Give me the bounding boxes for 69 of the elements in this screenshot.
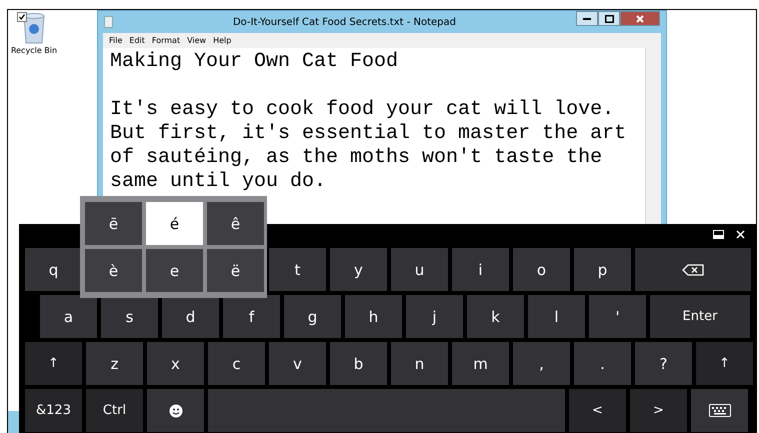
- maximize-button[interactable]: [598, 11, 620, 26]
- key[interactable]: p: [574, 248, 631, 291]
- maximize-icon: [604, 14, 614, 22]
- key[interactable]: u: [391, 248, 448, 291]
- key[interactable]: t: [269, 248, 326, 291]
- menu-item[interactable]: Edit: [129, 36, 145, 45]
- key[interactable]: k: [467, 295, 524, 338]
- key[interactable]: y: [330, 248, 387, 291]
- key[interactable]: c: [208, 342, 265, 385]
- text-line: same until you do.: [110, 170, 326, 194]
- accent-key[interactable]: è: [85, 249, 142, 292]
- accent-key[interactable]: ê: [207, 202, 264, 245]
- close-icon[interactable]: [736, 230, 745, 238]
- minimize-button[interactable]: [576, 11, 598, 26]
- menu-item[interactable]: File: [109, 36, 122, 45]
- key[interactable]: z: [86, 342, 143, 385]
- window-title: Do-It-Yourself Cat Food Secrets.txt - Notepad: [232, 16, 458, 28]
- key[interactable]: ?: [635, 342, 692, 385]
- smiley-icon: [168, 404, 182, 418]
- key[interactable]: l: [528, 295, 585, 338]
- key[interactable]: ': [589, 295, 646, 338]
- close-icon: [636, 14, 644, 22]
- emoji-key[interactable]: [147, 389, 204, 432]
- notepad-icon: [104, 16, 113, 28]
- key[interactable]: o: [513, 248, 570, 291]
- text-line: But first, it's essential to master the art: [110, 122, 626, 146]
- key[interactable]: s: [101, 295, 158, 338]
- close-button[interactable]: [620, 11, 660, 26]
- key[interactable]: d: [162, 295, 219, 338]
- accent-key[interactable]: é: [146, 202, 203, 245]
- minimize-icon: [583, 18, 591, 20]
- key[interactable]: n: [391, 342, 448, 385]
- enter-key[interactable]: Enter: [650, 295, 750, 338]
- key[interactable]: >: [630, 389, 687, 432]
- key[interactable]: m: [452, 342, 509, 385]
- key[interactable]: h: [345, 295, 402, 338]
- key[interactable]: ↑: [25, 342, 82, 385]
- keyboard-icon: [708, 404, 730, 417]
- menu-item[interactable]: Format: [152, 36, 180, 45]
- menu-item[interactable]: Help: [213, 36, 232, 45]
- key[interactable]: a: [40, 295, 97, 338]
- key[interactable]: Ctrl: [86, 389, 143, 432]
- accent-key[interactable]: e: [146, 249, 203, 292]
- key[interactable]: b: [330, 342, 387, 385]
- recycle-bin-icon[interactable]: [22, 12, 46, 44]
- accent-key[interactable]: ē: [85, 202, 142, 245]
- key[interactable]: j: [406, 295, 463, 338]
- key[interactable]: g: [284, 295, 341, 338]
- text-line: It's easy to cook food your cat will love.: [110, 98, 614, 122]
- text-line: of sautéing, as the moths won't taste the: [110, 146, 602, 170]
- key[interactable]: <: [569, 389, 626, 432]
- menu-item[interactable]: View: [187, 36, 206, 45]
- key[interactable]: ↑: [696, 342, 753, 385]
- key[interactable]: i: [452, 248, 509, 291]
- key[interactable]: ,: [513, 342, 570, 385]
- desktop-icon-label: Recycle Bin: [10, 46, 58, 55]
- key[interactable]: .: [574, 342, 631, 385]
- keyboard-key[interactable]: [691, 389, 748, 432]
- key[interactable]: x: [147, 342, 204, 385]
- key[interactable]: q: [25, 248, 82, 291]
- dock-icon[interactable]: [713, 230, 724, 238]
- backspace-icon: [682, 264, 704, 276]
- scrollbar[interactable]: [645, 48, 661, 225]
- checkbox[interactable]: [17, 12, 27, 22]
- key[interactable]: &123: [25, 389, 82, 432]
- text-line: Making Your Own Cat Food: [110, 50, 398, 74]
- accent-key[interactable]: ë: [207, 249, 264, 292]
- key[interactable]: f: [223, 295, 280, 338]
- key[interactable]: v: [269, 342, 326, 385]
